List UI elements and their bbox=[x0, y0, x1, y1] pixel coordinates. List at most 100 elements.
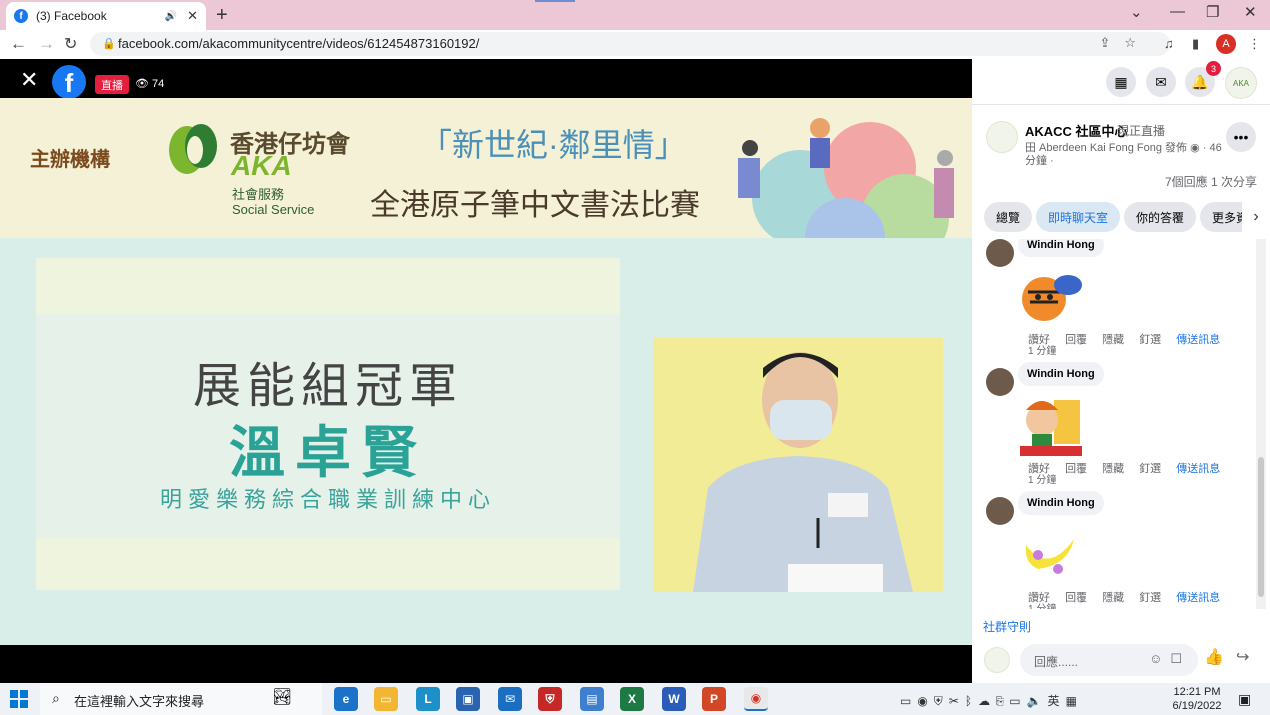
hide-link[interactable]: 隱藏 bbox=[1102, 334, 1124, 346]
store-icon[interactable]: ▣ bbox=[456, 687, 480, 711]
community-rules-link[interactable]: 社群守則 bbox=[983, 618, 1031, 635]
reply-placeholder[interactable]: 回應...... bbox=[1034, 653, 1078, 670]
facebook-logo-icon[interactable]: f bbox=[52, 65, 86, 99]
send-message-link[interactable]: 傳送訊息 bbox=[1176, 463, 1220, 475]
reply-link[interactable]: 回覆 bbox=[1065, 592, 1087, 604]
clock-date[interactable]: 6/19/2022 bbox=[1164, 700, 1230, 712]
live-video-player[interactable]: 主辦機構 香港仔坊會 AKA 社會服務 Social Service 「新世紀·… bbox=[0, 98, 972, 645]
organizer-label: 主辦機構 bbox=[30, 149, 110, 171]
windows-taskbar: ⌕ 在這裡輸入文字來搜尋 🏞 e ▭ L ▣ ✉ ⛨ ▤ X W P ◉ ▭◉⛨… bbox=[0, 683, 1270, 715]
side-panel-icon[interactable]: ▮ bbox=[1192, 36, 1199, 52]
share-icon[interactable]: ↪ bbox=[1236, 647, 1249, 667]
chrome-menu-icon[interactable]: ⋮ bbox=[1248, 36, 1261, 52]
send-message-link[interactable]: 傳送訊息 bbox=[1176, 334, 1220, 346]
panel-bottom-band bbox=[36, 538, 620, 590]
action-center-icon[interactable]: ▣ bbox=[1238, 691, 1251, 708]
close-video-icon[interactable]: ✕ bbox=[20, 69, 38, 91]
pin-link[interactable]: 釘選 bbox=[1139, 592, 1161, 604]
chrome-icon[interactable]: ◉ bbox=[744, 687, 768, 711]
comment-list: Windin Hong 讚好 回覆 隱藏 釘選 傳送訊息 1 分鐘 Windin… bbox=[972, 239, 1260, 609]
hide-link[interactable]: 隱藏 bbox=[1102, 592, 1124, 604]
org-sub-cn: 社會服務 bbox=[232, 187, 285, 202]
browser-tab-facebook[interactable]: f (3) Facebook 🔊 ✕ bbox=[6, 2, 206, 30]
comments-scroll-thumb[interactable] bbox=[1258, 457, 1264, 597]
lock-icon[interactable]: 🔒 bbox=[102, 37, 116, 50]
apps-menu-icon[interactable]: ▦ bbox=[1106, 67, 1136, 97]
event-subtitle: 全港原子筆中文書法比賽 bbox=[370, 188, 700, 223]
page-name[interactable]: AKACC 社區中心 bbox=[1025, 121, 1128, 140]
messenger-icon[interactable]: ✉ bbox=[1146, 67, 1176, 97]
reload-button[interactable]: ↻ bbox=[64, 34, 77, 54]
page-avatar[interactable] bbox=[986, 121, 1018, 153]
award-panel: 展能組冠軍 溫卓賢 明愛樂務綜合職業訓練中心 bbox=[36, 258, 620, 590]
tabs-next-chevron-icon[interactable]: › bbox=[1242, 202, 1270, 232]
profile-avatar[interactable]: A bbox=[1216, 34, 1236, 54]
commenter-name[interactable]: Windin Hong bbox=[1018, 239, 1104, 257]
comment-time[interactable]: 1 分鐘 bbox=[1028, 471, 1056, 486]
excel-icon[interactable]: X bbox=[620, 687, 644, 711]
commenter-avatar[interactable] bbox=[986, 368, 1014, 396]
browser-toolbar: ← → ↻ 🔒 facebook.com/akacommunitycentre/… bbox=[0, 30, 1270, 59]
taskbar-search-placeholder[interactable]: 在這裡輸入文字來搜尋 bbox=[74, 691, 204, 710]
new-tab-button[interactable]: + bbox=[216, 4, 228, 27]
live-badge: 直播 bbox=[95, 75, 129, 94]
commenter-name[interactable]: Windin Hong bbox=[1018, 491, 1104, 515]
speaker-icon[interactable]: 🔊 bbox=[165, 11, 177, 22]
hide-link[interactable]: 隱藏 bbox=[1102, 463, 1124, 475]
reply-link[interactable]: 回覆 bbox=[1065, 334, 1087, 346]
panel-top-band bbox=[36, 258, 620, 314]
commenter-avatar[interactable] bbox=[986, 239, 1014, 267]
window-close-button[interactable]: ✕ bbox=[1244, 3, 1257, 21]
app-l-icon[interactable]: L bbox=[416, 687, 440, 711]
tab-close-icon[interactable]: ✕ bbox=[187, 8, 198, 24]
share-bookmark-icons[interactable]: ⇪☆ bbox=[1099, 35, 1150, 51]
more-options-icon[interactable]: ••• bbox=[1226, 122, 1256, 152]
mail-icon[interactable]: ✉ bbox=[498, 687, 522, 711]
search-icon: ⌕ bbox=[52, 690, 60, 706]
banana-sticker bbox=[1025, 539, 1074, 574]
address-bar[interactable]: 🔒 facebook.com/akacommunitycentre/videos… bbox=[90, 32, 1170, 56]
comment-actions: 讚好 回覆 隱藏 釘選 傳送訊息 bbox=[1028, 589, 1232, 605]
reply-as-avatar[interactable] bbox=[984, 647, 1010, 673]
security-shield-icon[interactable]: ⛨ bbox=[538, 687, 562, 711]
clock-time[interactable]: 12:21 PM bbox=[1170, 686, 1224, 698]
send-message-link[interactable]: 傳送訊息 bbox=[1176, 592, 1220, 604]
reply-link[interactable]: 回覆 bbox=[1065, 463, 1087, 475]
url-text[interactable]: facebook.com/akacommunitycentre/videos/6… bbox=[118, 36, 479, 51]
comment-item: Windin Hong 讚好 回覆 隱藏 釘選 傳送訊息 1 分鐘 bbox=[972, 362, 1260, 493]
word-icon[interactable]: W bbox=[662, 687, 686, 711]
post-stats[interactable]: 7個回應 1 次分享 bbox=[1165, 173, 1257, 190]
beautiful-sticker bbox=[1020, 400, 1082, 456]
comment-actions: 讚好 回覆 隱藏 釘選 傳送訊息 bbox=[1028, 460, 1232, 476]
file-explorer-icon[interactable]: ▭ bbox=[374, 687, 398, 711]
thumbs-up-icon[interactable]: 👍 bbox=[1204, 647, 1224, 667]
tab-search-icon[interactable]: ⌄ bbox=[1130, 3, 1143, 21]
media-control-icon[interactable]: ♫ bbox=[1164, 36, 1174, 51]
taskbar-search[interactable]: ⌕ 在這裡輸入文字來搜尋 🏞 bbox=[40, 683, 322, 715]
comment-time[interactable]: 1 分鐘 bbox=[1028, 600, 1056, 609]
search-highlight-icon[interactable]: 🏞 bbox=[272, 687, 292, 707]
system-tray-icons[interactable]: ▭◉⛨✂ᛒ☁⎘▭🔈英▦ bbox=[900, 692, 1083, 709]
minimize-button[interactable]: — bbox=[1170, 3, 1185, 20]
forward-button[interactable]: → bbox=[38, 34, 55, 54]
remote-app-icon[interactable]: ▤ bbox=[580, 687, 604, 711]
windows-start-icon[interactable] bbox=[10, 690, 28, 708]
comment-time[interactable]: 1 分鐘 bbox=[1028, 342, 1056, 357]
live-status: 現正直播 bbox=[1117, 124, 1166, 138]
commenter-avatar[interactable] bbox=[986, 497, 1014, 525]
tab-live-chat[interactable]: 即時聊天室 bbox=[1036, 202, 1121, 232]
tab-overview[interactable]: 總覽 bbox=[984, 202, 1033, 232]
speaker-camera-feed bbox=[653, 338, 943, 592]
commenter-name[interactable]: Windin Hong bbox=[1018, 362, 1104, 386]
ime-indicator[interactable]: 英 bbox=[1048, 694, 1066, 708]
emoji-sticker-icons[interactable]: ☺☐ bbox=[1149, 651, 1190, 667]
pin-link[interactable]: 釘選 bbox=[1139, 463, 1161, 475]
account-avatar[interactable]: AKA bbox=[1225, 67, 1257, 99]
powerpoint-icon[interactable]: P bbox=[702, 687, 726, 711]
tab-your-answers[interactable]: 你的答覆 bbox=[1124, 202, 1197, 232]
edge-icon[interactable]: e bbox=[334, 687, 358, 711]
reply-input[interactable]: 回應...... ☺☐ bbox=[1020, 644, 1198, 676]
pin-link[interactable]: 釘選 bbox=[1139, 334, 1161, 346]
back-button[interactable]: ← bbox=[10, 34, 27, 54]
maximize-button[interactable]: ❐ bbox=[1206, 3, 1219, 21]
